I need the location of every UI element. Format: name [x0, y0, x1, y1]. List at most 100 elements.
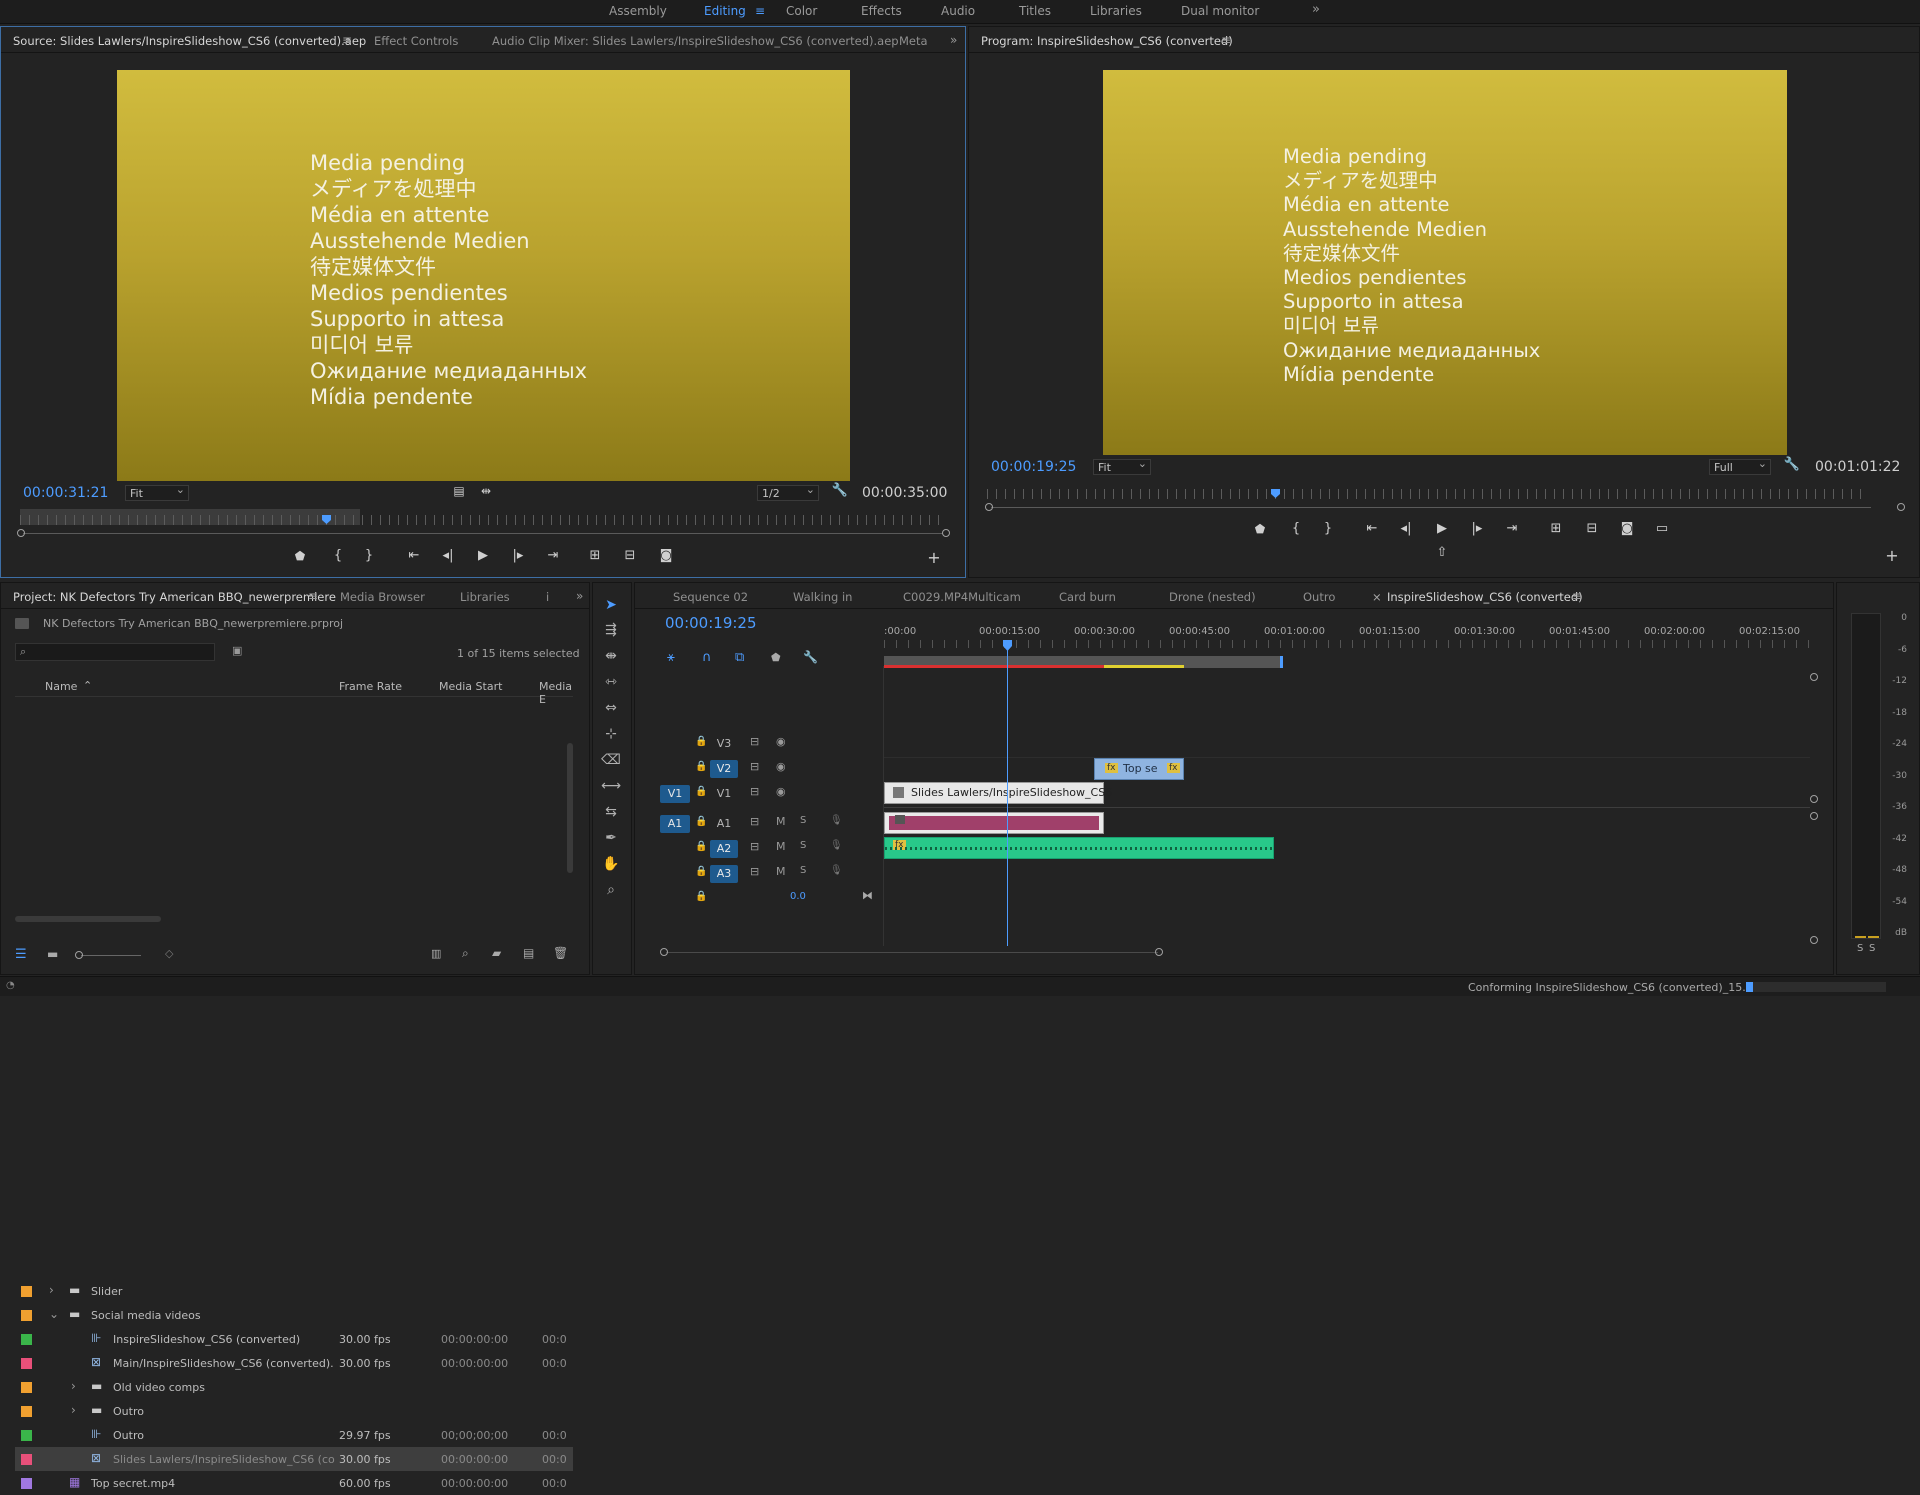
label-color-swatch[interactable] [21, 1334, 32, 1345]
work-area-bar[interactable] [884, 656, 1282, 668]
add-marker-icon[interactable]: ⬟ [291, 549, 309, 563]
lock-icon[interactable]: 🔒 [695, 786, 707, 797]
tab-walking-in[interactable]: Walking in [793, 590, 852, 604]
program-fit-dropdown[interactable]: Fit [1093, 457, 1151, 475]
new-search-bin-icon[interactable]: ▣ [232, 644, 242, 657]
snap-icon[interactable]: ∩ [702, 650, 712, 665]
list-item[interactable]: ⊠ Slides Lawlers/InspireSlideshow_CS6 (co… [15, 1447, 573, 1471]
label-color-swatch[interactable] [21, 1430, 32, 1441]
program-resolution-dropdown[interactable]: Full [1709, 457, 1771, 475]
source-resolution-dropdown[interactable]: 1/2 [757, 483, 819, 501]
camera-icon[interactable]: ◙ [657, 548, 675, 563]
rolling-edit-tool-icon[interactable]: ⇿ [601, 674, 621, 690]
panel-menu-icon[interactable]: ≡ [308, 589, 318, 603]
panel-menu-icon[interactable]: ≡ [1221, 33, 1231, 47]
eye-icon[interactable]: ◉ [776, 735, 786, 748]
label-color-swatch[interactable] [21, 1454, 32, 1465]
mute-button[interactable]: M [776, 865, 786, 878]
export-frame-settings-icon[interactable]: ▤ [450, 484, 468, 498]
workspace-libraries[interactable]: Libraries [1090, 4, 1142, 18]
tab-audio-clip-mixer[interactable]: Audio Clip Mixer: Slides Lawlers/Inspire… [492, 34, 899, 48]
expand-toggle-icon[interactable]: › [71, 1379, 76, 1393]
zoom-tool-icon[interactable]: ⌕ [601, 882, 621, 898]
lock-icon[interactable]: 🔒 [695, 841, 707, 852]
lock-icon[interactable]: 🔒 [695, 866, 707, 877]
rate-stretch-tool-icon[interactable]: ⇔ [601, 700, 621, 716]
mute-button[interactable]: M [776, 840, 786, 853]
program-timecode[interactable]: 00:00:19:25 [991, 459, 1076, 475]
search-input[interactable]: ⌕ [15, 643, 215, 661]
solo-left-button[interactable]: S [1857, 943, 1863, 954]
microphone-icon[interactable]: 🎙 [830, 815, 843, 826]
automate-to-sequence-icon[interactable]: ▥ [431, 947, 441, 960]
slip-tool-icon[interactable]: ⟷ [601, 778, 621, 794]
wrench-icon[interactable]: 🔧 [831, 483, 849, 498]
project-hscrollbar[interactable] [15, 916, 161, 922]
mark-out-icon[interactable]: } [360, 548, 378, 563]
workspace-audio[interactable]: Audio [941, 4, 975, 18]
v-scroll-video-bottom[interactable] [1810, 795, 1818, 803]
go-to-out-icon[interactable]: ⇥ [544, 548, 562, 563]
slide-tool-icon[interactable]: ⇆ [601, 804, 621, 820]
close-tab-icon[interactable]: × [1372, 590, 1382, 604]
tab-program[interactable]: Program: InspireSlideshow_CS6 (converted… [981, 34, 1233, 48]
eraser-icon[interactable]: ⌫ [601, 752, 621, 768]
list-item[interactable]: ⊪ InspireSlideshow_CS6 (converted) 30.00 f… [15, 1327, 573, 1351]
step-back-icon[interactable]: ◂| [439, 548, 457, 563]
find-icon[interactable]: ⌕ [462, 946, 469, 961]
linked-selection-icon[interactable]: ⧉ [735, 650, 744, 665]
insert-icon[interactable]: ⊞ [586, 548, 604, 563]
comparison-view-icon[interactable]: ▭ [1653, 521, 1671, 536]
solo-button[interactable]: S [800, 840, 806, 851]
label-color-swatch[interactable] [21, 1286, 32, 1297]
sync-lock-icon[interactable]: ⊟ [750, 815, 759, 828]
selection-tool-icon[interactable]: ➤ [601, 597, 621, 613]
tab-source[interactable]: Source: Slides Lawlers/InspireSlideshow_… [13, 34, 366, 48]
source-patch-v1[interactable]: V1 [660, 785, 690, 803]
program-time-ruler[interactable] [987, 489, 1867, 499]
solo-button[interactable]: S [800, 865, 806, 876]
tab-drone-nested[interactable]: Drone (nested) [1169, 590, 1256, 604]
tab-libraries[interactable]: Libraries [460, 590, 510, 604]
clip-slides-lawlers-audio[interactable] [884, 812, 1104, 834]
extract-icon[interactable]: ⊟ [1583, 521, 1601, 536]
clip-a2-audio[interactable]: fx [884, 837, 1274, 859]
timeline-zoom-bar[interactable] [666, 952, 1158, 953]
microphone-icon[interactable]: 🎙 [830, 865, 843, 876]
timeline-timecode[interactable]: 00:00:19:25 [665, 614, 757, 632]
mark-in-icon[interactable]: { [1287, 521, 1305, 536]
v-scroll-audio-top[interactable] [1810, 812, 1818, 820]
source-fit-dropdown[interactable]: Fit [125, 483, 189, 501]
tab-project[interactable]: Project: NK Defectors Try American BBQ_n… [13, 590, 336, 604]
clip-slides-lawlers-video[interactable]: Slides Lawlers/InspireSlideshow_CS6 [884, 782, 1112, 804]
hand-tool-icon[interactable]: ✋ [601, 856, 621, 872]
panel-menu-icon[interactable]: ≡ [1572, 589, 1582, 603]
program-zoom-bar[interactable] [991, 507, 1871, 508]
zoom-slider-handle[interactable] [75, 951, 83, 959]
sync-lock-icon[interactable]: ⊟ [750, 865, 759, 878]
button-editor-icon[interactable]: + [925, 548, 943, 567]
list-item[interactable]: ⊪ Outro 29.97 fps 00;00;00;00 00:0 [15, 1423, 573, 1447]
overwrite-icon[interactable]: ⊟ [621, 548, 639, 563]
solo-right-button[interactable]: S [1869, 943, 1875, 954]
go-to-in-icon[interactable]: ⇤ [1363, 521, 1381, 536]
more-workspaces-icon[interactable]: » [1312, 2, 1320, 17]
track-target-a2[interactable]: A2 [710, 840, 738, 858]
tab-sequence-02[interactable]: Sequence 02 [673, 590, 748, 604]
sync-lock-icon[interactable]: ⊟ [750, 785, 759, 798]
workspace-menu-icon[interactable]: ≡ [755, 4, 765, 18]
trash-icon[interactable]: 🗑 [553, 946, 568, 960]
timeline-playhead[interactable] [1007, 644, 1008, 946]
lock-icon[interactable]: 🔒 [695, 816, 707, 827]
v-scroll-audio-bottom[interactable] [1810, 936, 1818, 944]
microphone-icon[interactable]: 🎙 [830, 840, 843, 851]
source-patch-a1[interactable]: A1 [660, 815, 690, 833]
label-color-swatch[interactable] [21, 1310, 32, 1321]
expand-toggle-icon[interactable]: ⌄ [49, 1307, 59, 1321]
timeline-settings-icon[interactable]: 🔧 [803, 650, 818, 664]
list-item[interactable]: ⌄ ▬ Social media videos [15, 1303, 573, 1327]
step-back-icon[interactable]: ◂| [1397, 521, 1415, 536]
list-item[interactable]: › ▬ Old video comps [15, 1375, 573, 1399]
column-frame-rate[interactable]: Frame Rate [339, 680, 402, 693]
work-area-end[interactable] [1280, 656, 1283, 668]
